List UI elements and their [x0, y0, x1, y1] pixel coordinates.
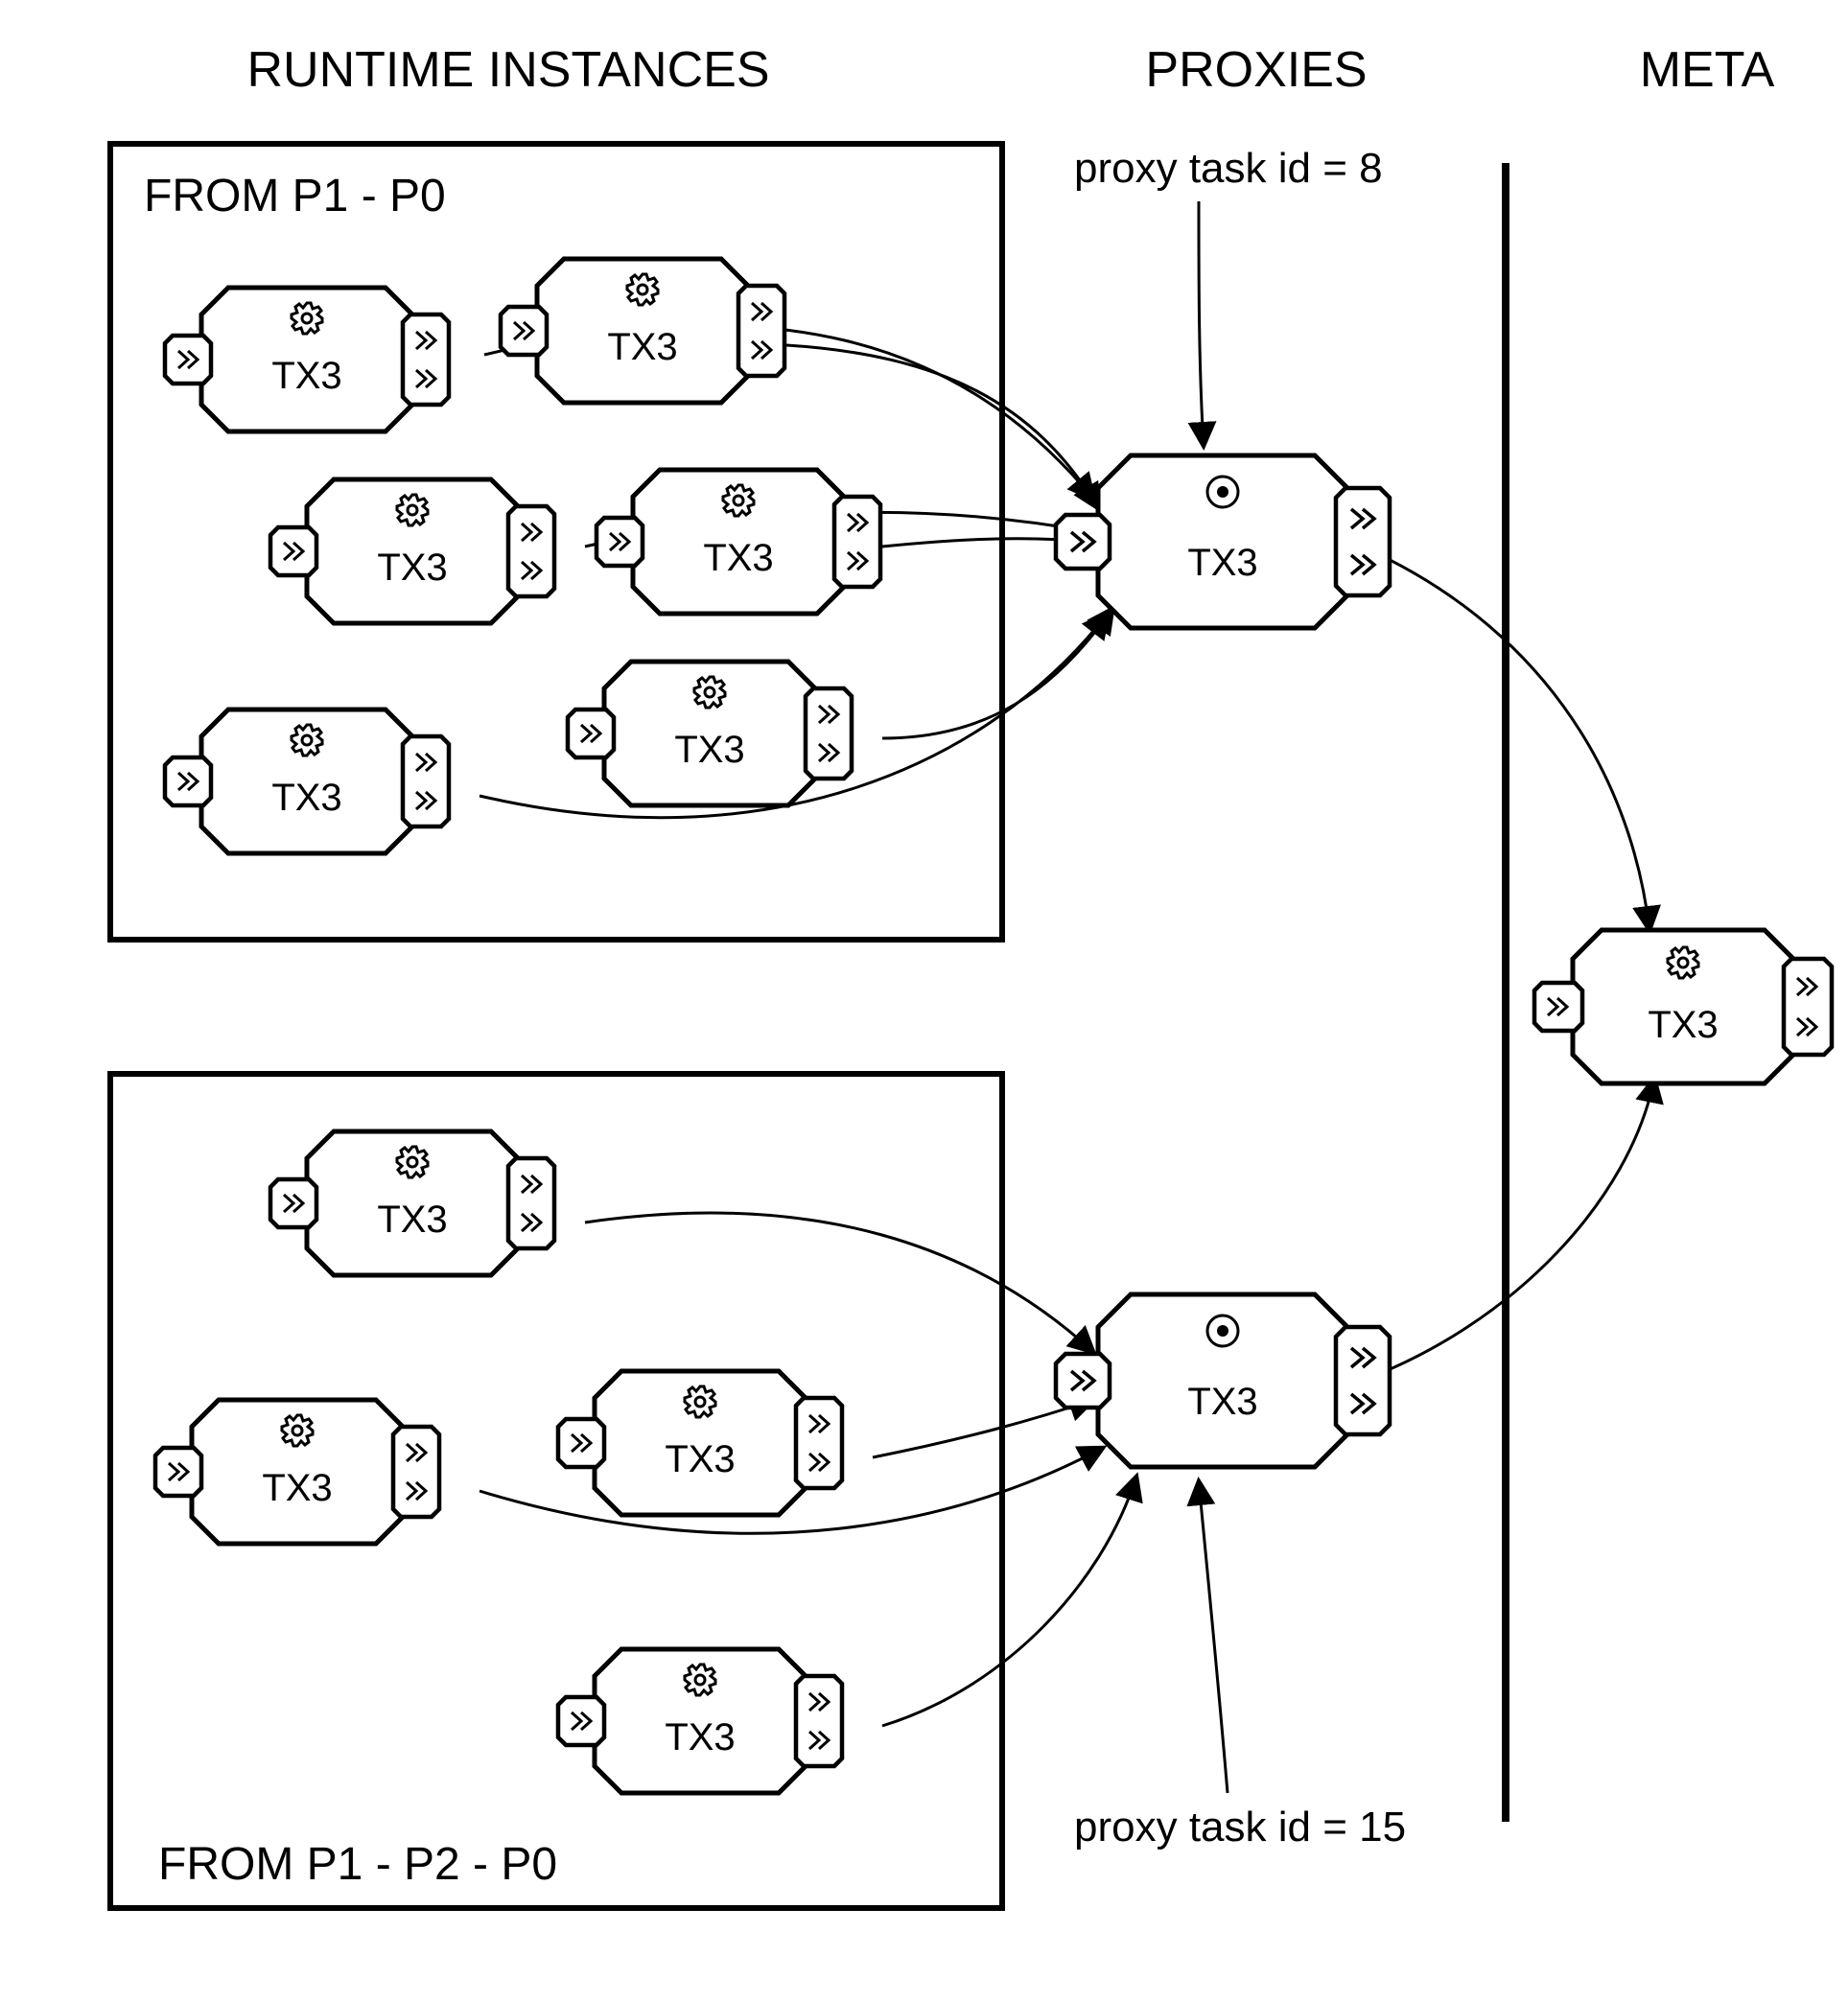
column-header-runtime: RUNTIME INSTANCES: [246, 42, 769, 98]
leader-proxy-bot: [1199, 1481, 1228, 1793]
runtime-top-node-5: TX3: [165, 710, 449, 853]
column-header-proxies: PROXIES: [1145, 42, 1367, 98]
runtime-bottom-node-3-label: TX3: [665, 1438, 735, 1480]
edge-rb3-proxy-bot: [873, 1400, 1093, 1457]
runtime-top-node-2: TX3: [501, 259, 784, 403]
proxy-top-node: TX3: [1056, 455, 1390, 628]
group-bottom-label: FROM P1 - P2 - P0: [158, 1839, 557, 1890]
runtime-bottom-node-1-label: TX3: [377, 1199, 447, 1241]
runtime-bottom-node-4-label: TX3: [665, 1716, 735, 1758]
proxy-top-node-label: TX3: [1187, 542, 1257, 584]
runtime-top-node-1: TX3: [165, 288, 449, 431]
runtime-top-node-2-label: TX3: [607, 326, 677, 368]
runtime-bottom-node-1: TX3: [270, 1131, 554, 1275]
column-header-meta: META: [1640, 42, 1775, 98]
runtime-top-node-1-label: TX3: [271, 355, 341, 397]
meta-node: TX3: [1534, 930, 1832, 1083]
proxy-bottom-node: TX3: [1056, 1294, 1390, 1467]
runtime-top-node-3-label: TX3: [377, 547, 447, 589]
meta-node-label: TX3: [1648, 1004, 1718, 1046]
runtime-bottom-node-4: TX3: [558, 1649, 842, 1793]
group-top-label: FROM P1 - P0: [144, 171, 446, 221]
runtime-top-node-5-label: TX3: [271, 777, 341, 819]
runtime-top-node-6: TX3: [568, 662, 852, 805]
proxy-bottom-node-label: TX3: [1187, 1381, 1257, 1423]
runtime-top-node-4-label: TX3: [703, 537, 773, 579]
edge-rb1-proxy-bot: [585, 1213, 1093, 1352]
diagram-canvas: RUNTIME INSTANCES PROXIES META FROM P1 -…: [0, 0, 1848, 2002]
runtime-top-node-3: TX3: [270, 479, 554, 623]
runtime-top-node-6-label: TX3: [674, 729, 744, 771]
runtime-bottom-node-3: TX3: [558, 1371, 842, 1515]
runtime-top-node-4: TX3: [597, 470, 880, 614]
runtime-bottom-node-2-label: TX3: [262, 1467, 332, 1509]
proxy-bottom-annotation: proxy task id = 15: [1074, 1804, 1406, 1851]
runtime-bottom-node-2: TX3: [155, 1400, 439, 1544]
leader-proxy-top: [1199, 201, 1204, 446]
proxy-top-annotation: proxy task id = 8: [1074, 145, 1383, 192]
